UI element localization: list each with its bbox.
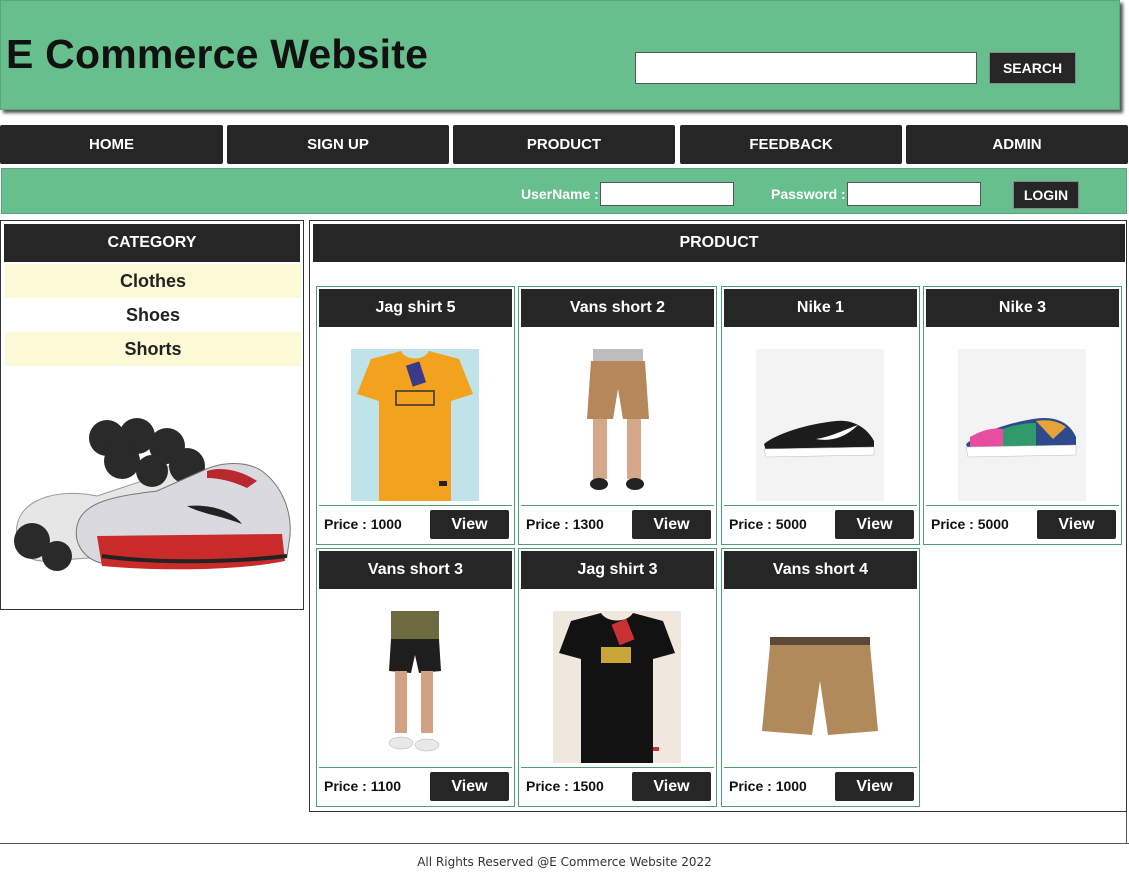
product-card: Vans short 3 Price : 1100 View [316, 548, 515, 807]
product-price: Price : 5000 [729, 516, 807, 532]
search-button[interactable]: SEARCH [989, 52, 1076, 84]
password-label: Password : [771, 186, 846, 202]
product-name: Jag shirt 3 [521, 551, 714, 589]
view-button[interactable]: View [632, 772, 711, 801]
black-sneaker-image[interactable] [756, 349, 884, 501]
password-input[interactable] [847, 182, 981, 206]
view-button[interactable]: View [1037, 510, 1116, 539]
username-input[interactable] [600, 182, 734, 206]
site-title: E Commerce Website [6, 31, 429, 77]
product-price: Price : 1500 [526, 778, 604, 794]
site-header: E Commerce Website SEARCH [0, 0, 1120, 110]
card-divider [724, 767, 917, 768]
product-card: Jag shirt 5 Price : 1000 View [316, 286, 515, 545]
tan-shorts-image[interactable] [756, 611, 884, 763]
category-title: CATEGORY [4, 224, 300, 262]
khaki-shorts-model-image[interactable] [553, 349, 681, 501]
card-divider [926, 505, 1119, 506]
product-card: Nike 3 Price : 5000 View [923, 286, 1122, 545]
product-card: Jag shirt 3 Price : 1500 View [518, 548, 717, 807]
product-name: Jag shirt 5 [319, 289, 512, 327]
card-divider [521, 505, 714, 506]
nav-home[interactable]: HOME [0, 125, 223, 164]
view-button[interactable]: View [430, 772, 509, 801]
card-divider [521, 767, 714, 768]
black-shorts-model-image[interactable] [351, 611, 479, 763]
login-button[interactable]: LOGIN [1013, 181, 1079, 209]
product-price: Price : 5000 [931, 516, 1009, 532]
product-price: Price : 1100 [324, 778, 402, 794]
view-button[interactable]: View [835, 772, 914, 801]
product-card: Nike 1 Price : 5000 View [721, 286, 920, 545]
product-card: Vans short 4 Price : 1000 View [721, 548, 920, 807]
category-clothes[interactable]: Clothes [5, 264, 301, 298]
nav-feedback[interactable]: FEEDBACK [680, 125, 902, 164]
product-price: Price : 1000 [324, 516, 402, 532]
login-bar: UserName : Password : LOGIN [1, 168, 1127, 214]
orange-tshirt-image[interactable] [351, 349, 479, 501]
color-sneaker-image[interactable] [958, 349, 1086, 501]
product-name: Vans short 4 [724, 551, 917, 589]
main-nav: HOME SIGN UP PRODUCT FEEDBACK ADMIN [0, 125, 1129, 164]
view-button[interactable]: View [430, 510, 509, 539]
category-sidebar: CATEGORY Clothes Shoes Shorts [0, 220, 304, 610]
card-divider [724, 505, 917, 506]
card-divider [319, 767, 512, 768]
view-button[interactable]: View [835, 510, 914, 539]
footer-text: All Rights Reserved @E Commerce Website … [417, 855, 712, 869]
footer-border [1126, 812, 1127, 844]
nav-product[interactable]: PRODUCT [453, 125, 675, 164]
category-shoes[interactable]: Shoes [5, 298, 301, 332]
search-input[interactable] [635, 52, 977, 84]
nav-admin[interactable]: ADMIN [906, 125, 1128, 164]
product-price: Price : 1300 [526, 516, 604, 532]
footer-divider [0, 843, 1129, 844]
product-card: Vans short 2 Price : 1300 View [518, 286, 717, 545]
product-price: Price : 1000 [729, 778, 807, 794]
card-divider [319, 505, 512, 506]
username-label: UserName : [521, 186, 599, 202]
shoes-banner-image [14, 418, 291, 571]
product-panel-title: PRODUCT [313, 224, 1125, 262]
category-shorts[interactable]: Shorts [5, 332, 301, 366]
nav-signup[interactable]: SIGN UP [227, 125, 449, 164]
black-tshirt-image[interactable] [553, 611, 681, 763]
product-name: Nike 1 [724, 289, 917, 327]
product-name: Nike 3 [926, 289, 1119, 327]
view-button[interactable]: View [632, 510, 711, 539]
product-name: Vans short 3 [319, 551, 512, 589]
product-name: Vans short 2 [521, 289, 714, 327]
product-panel: PRODUCT Jag shirt 5 Price : 1000 View Va… [309, 220, 1127, 812]
